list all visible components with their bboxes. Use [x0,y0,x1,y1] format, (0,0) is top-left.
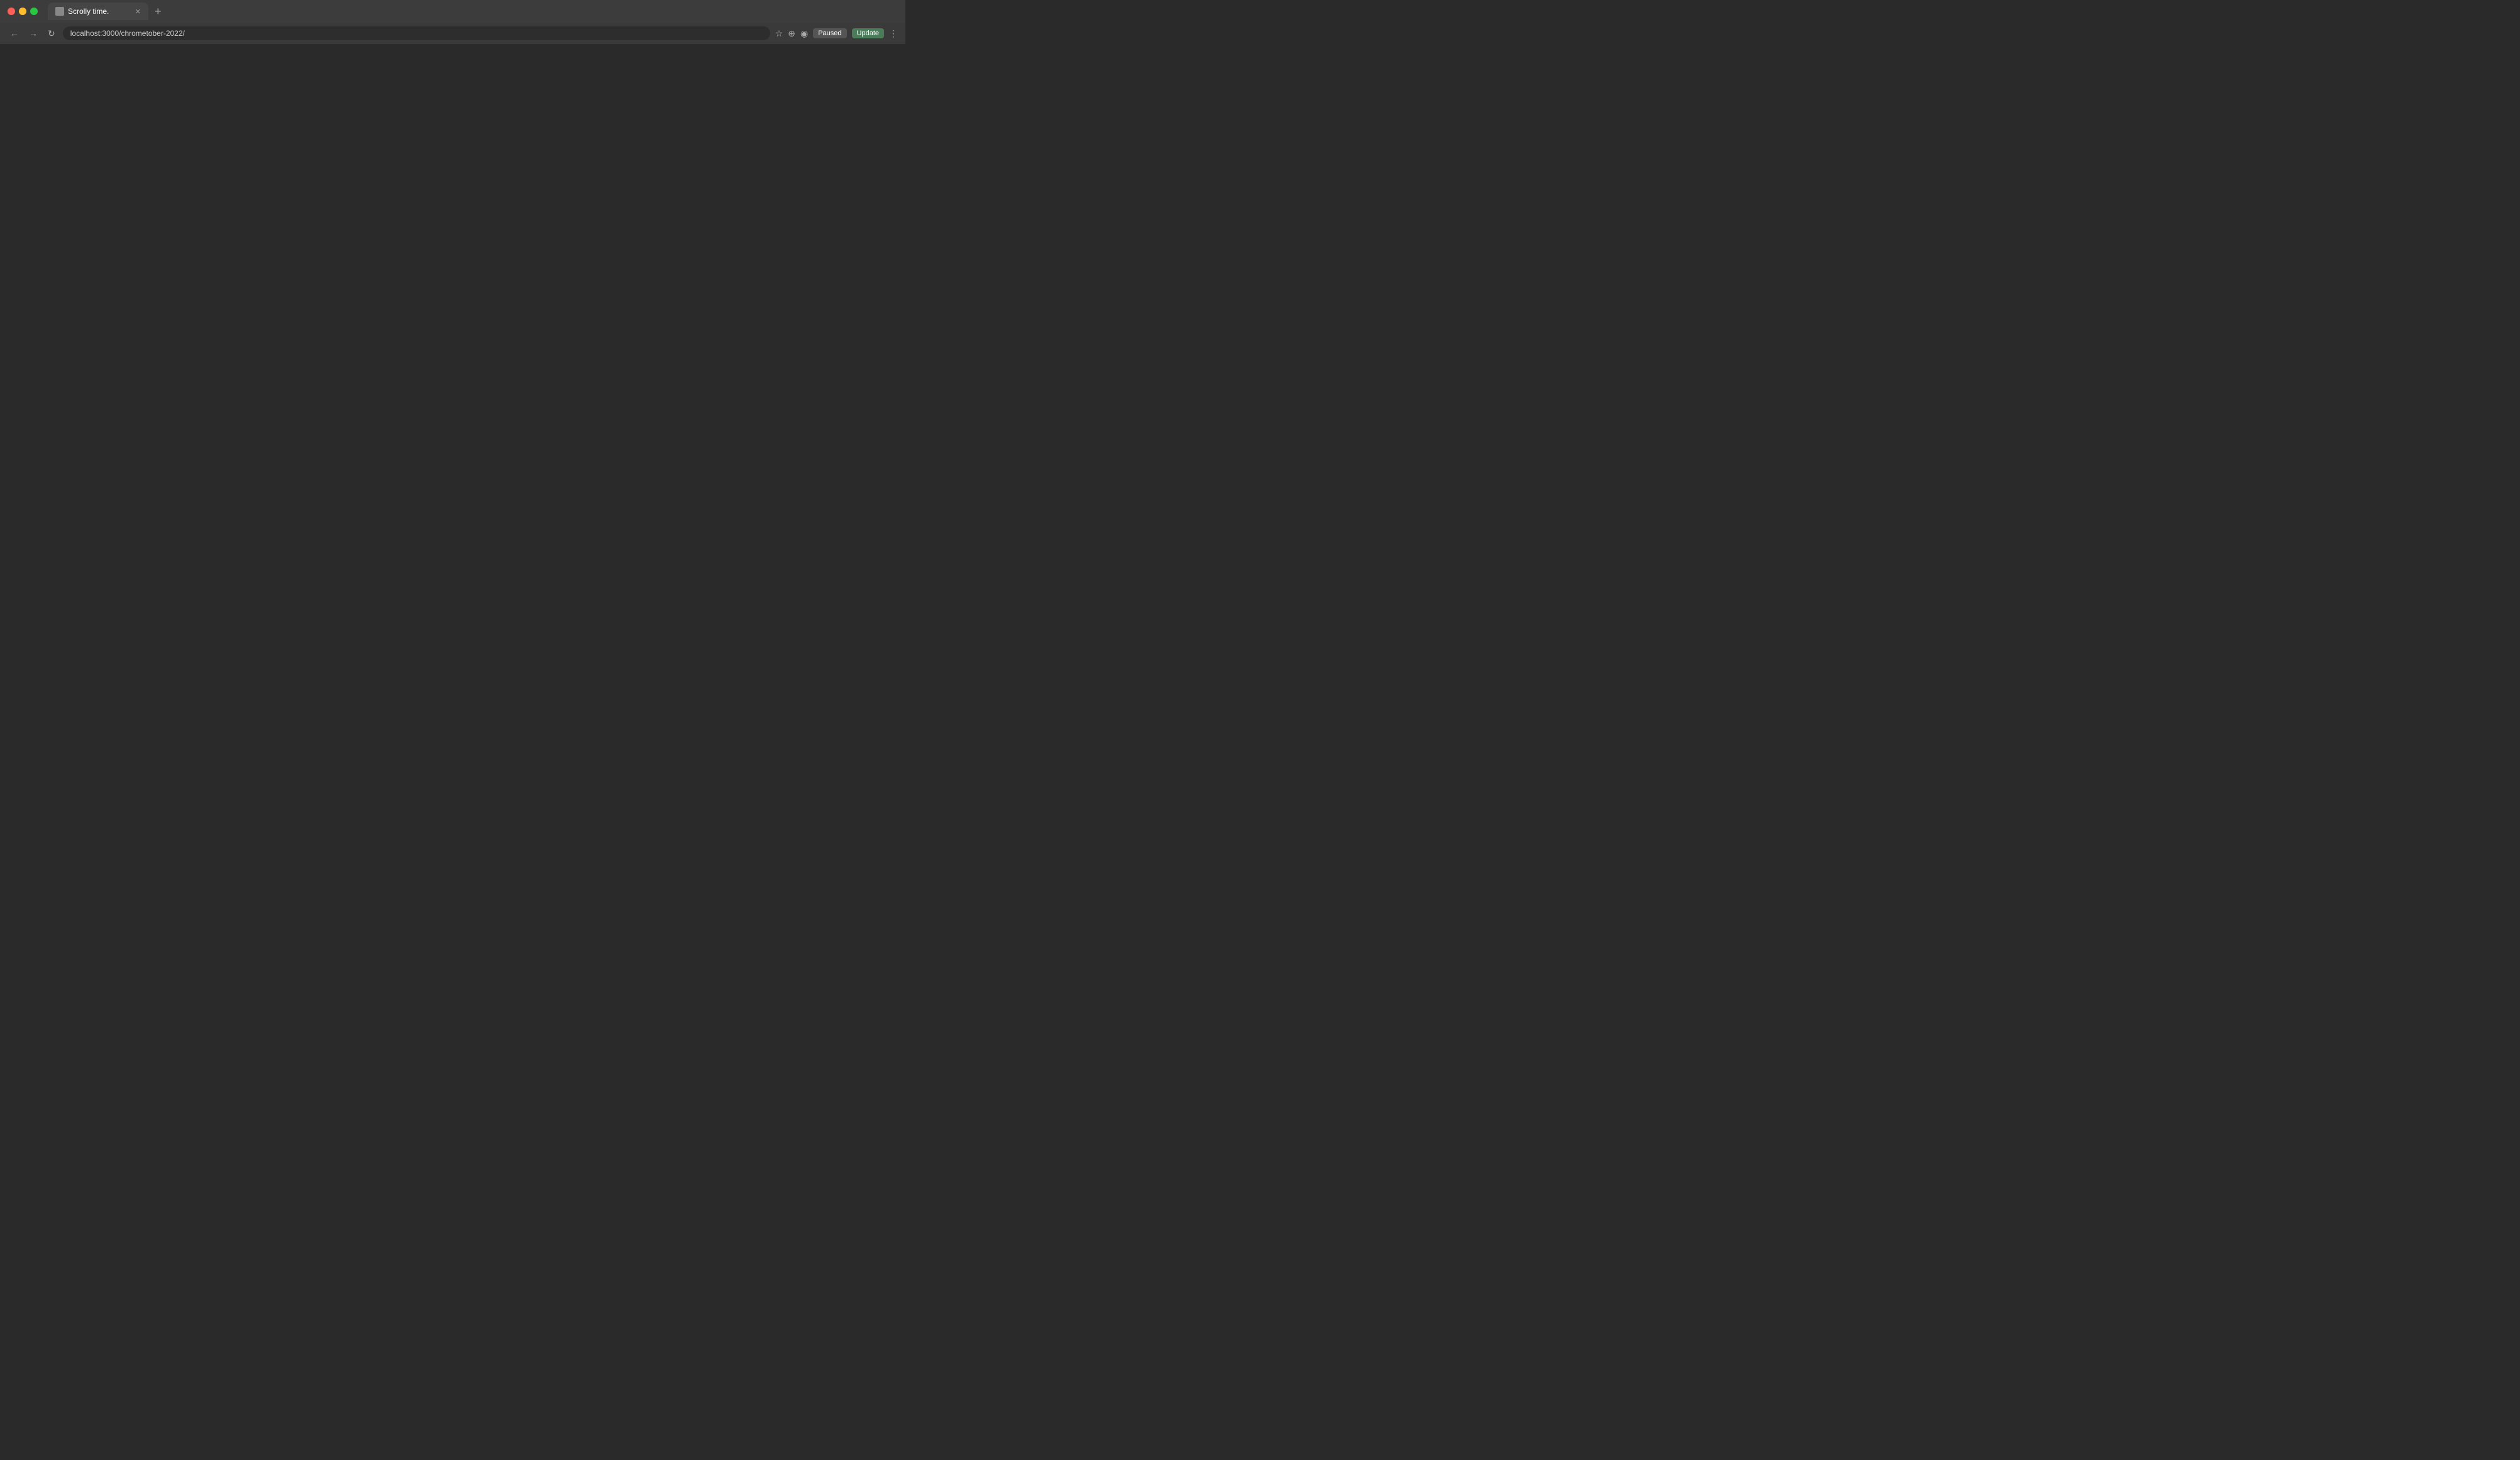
update-button[interactable]: Update [852,28,884,38]
back-button[interactable]: ← [8,27,21,40]
toolbar-icons: ☆ ⊕ ◉ Paused Update ⋮ [775,28,898,39]
profile-icon[interactable]: ◉ [800,28,808,39]
browser-titlebar: Scrolly time. ✕ + [0,0,905,23]
browser-window: Scrolly time. ✕ + ← → ↻ localhost:3000/c… [0,0,905,44]
active-tab[interactable]: Scrolly time. ✕ [48,3,148,20]
new-tab-button[interactable]: + [151,4,165,19]
extension-icon[interactable]: ⊕ [788,28,795,39]
browser-toolbar: ← → ↻ localhost:3000/chrometober-2022/ ☆… [0,23,905,44]
forward-button[interactable]: → [26,27,40,40]
refresh-button[interactable]: ↻ [45,27,58,40]
menu-icon[interactable]: ⋮ [889,28,898,39]
traffic-lights [8,8,38,15]
address-bar[interactable]: localhost:3000/chrometober-2022/ [63,26,770,40]
tab-favicon [55,7,64,16]
bookmark-icon[interactable]: ☆ [775,28,783,39]
close-button[interactable] [8,8,15,15]
tab-close-button[interactable]: ✕ [135,8,141,16]
minimize-button[interactable] [19,8,26,15]
maximize-button[interactable] [30,8,38,15]
paused-button[interactable]: Paused [813,28,846,38]
tab-bar: Scrolly time. ✕ + [48,3,898,20]
tab-title: Scrolly time. [68,7,109,16]
url-text: localhost:3000/chrometober-2022/ [70,29,185,38]
